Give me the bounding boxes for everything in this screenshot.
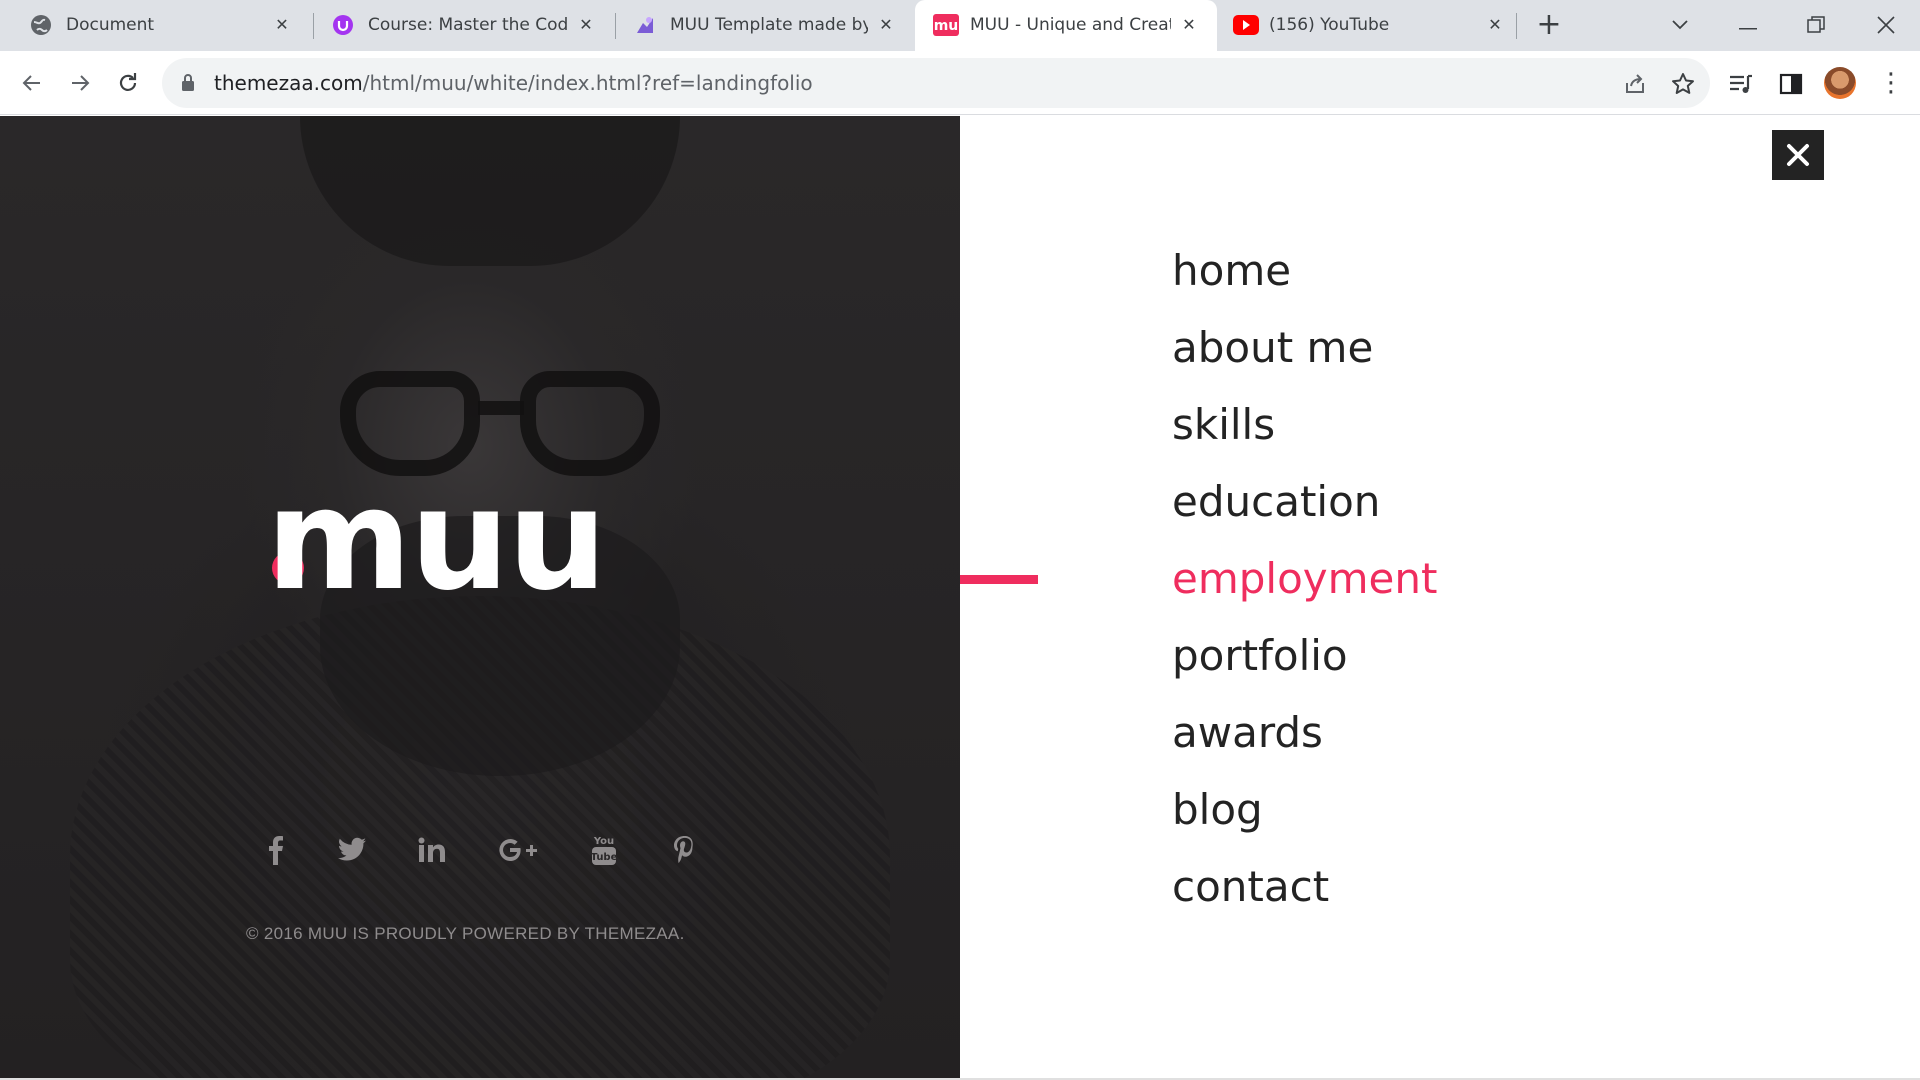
minimize-button[interactable] [1728,8,1768,42]
menu-item-contact[interactable]: contact [1172,857,1437,934]
tab-course[interactable]: Course: Master the Codin ✕ [302,0,614,51]
active-menu-indicator [960,575,1038,584]
url-host: themezaa.com [214,71,363,95]
page: muu You Tube © 2016 MUU IS PROUDLY POWERE… [0,116,1920,1080]
tab-title: MUU - Unique and Creat [970,15,1171,35]
svg-text:You: You [593,836,614,847]
tab-document[interactable]: Document ✕ [0,0,310,51]
tab-title: MUU Template made by [670,15,868,35]
youtube-icon [1233,14,1259,36]
tab-close-icon[interactable]: ✕ [574,13,598,37]
tab-title: (156) YouTube [1269,15,1390,35]
browser-menu-icon[interactable]: ⋮ [1878,67,1904,99]
menu-item-home[interactable]: home [1172,241,1437,318]
globe-icon [30,14,52,36]
hero-photo-hair [300,116,680,266]
tab-muu-template[interactable]: MUU Template made by ✕ [604,0,914,51]
linkedin-icon[interactable] [412,830,452,870]
url-text[interactable]: themezaa.com/html/muu/white/index.html?r… [214,71,813,95]
share-icon[interactable] [1622,71,1648,97]
hero-photo-glasses-bridge [478,401,524,415]
main-menu: home about me skills education employmen… [1172,241,1437,934]
reload-button[interactable] [110,65,146,101]
menu-item-blog[interactable]: blog [1172,780,1437,857]
hero-image-panel: muu You Tube © 2016 MUU IS PROUDLY POWERE… [0,116,960,1080]
tab-close-icon[interactable]: ✕ [1177,13,1201,37]
menu-item-skills[interactable]: skills [1172,395,1437,472]
close-window-button[interactable] [1866,8,1906,42]
forward-button[interactable] [62,65,98,101]
browser-toolbar: themezaa.com/html/muu/white/index.html?r… [0,51,1920,115]
svg-text:Tube: Tube [591,852,618,863]
url-path: /html/muu/white/index.html?ref=landingfo… [362,71,813,95]
template-icon [634,14,656,36]
menu-item-portfolio[interactable]: portfolio [1172,626,1437,703]
google-plus-icon[interactable] [498,830,538,870]
pinterest-icon[interactable] [664,830,704,870]
menu-item-awards[interactable]: awards [1172,703,1437,780]
profile-avatar[interactable] [1824,67,1856,99]
site-logo[interactable]: muu [266,471,607,611]
twitter-icon[interactable] [332,830,372,870]
address-bar[interactable]: themezaa.com/html/muu/white/index.html?r… [162,58,1710,108]
menu-item-employment[interactable]: employment [1172,549,1437,626]
bookmark-star-icon[interactable] [1670,71,1696,97]
menu-item-education[interactable]: education [1172,472,1437,549]
tab-close-icon[interactable]: ✕ [874,13,898,37]
navigation-panel: home about me skills education employmen… [960,116,1920,1080]
browser-tab-strip: Document ✕ Course: Master the Codin ✕ MU… [0,0,1920,51]
side-panel-icon[interactable] [1778,71,1804,97]
tab-muu-active[interactable]: mu MUU - Unique and Creat ✕ [915,0,1217,51]
svg-text:mu: mu [934,18,959,34]
tab-close-icon[interactable]: ✕ [1483,13,1507,37]
menu-item-about-me[interactable]: about me [1172,318,1437,395]
course-icon [332,14,354,36]
close-icon [1787,144,1809,166]
tab-title: Course: Master the Codin [368,15,568,35]
tab-separator [1516,13,1517,39]
tab-search-chevron-icon[interactable] [1660,8,1700,42]
social-links: You Tube [250,830,710,870]
new-tab-button[interactable]: + [1534,10,1564,41]
tab-title: Document [66,15,155,35]
close-menu-button[interactable] [1772,130,1824,180]
tab-youtube[interactable]: (156) YouTube ✕ [1217,0,1523,51]
media-control-icon[interactable] [1728,71,1754,97]
youtube-icon[interactable]: You Tube [584,830,624,870]
lock-icon[interactable] [180,73,196,97]
back-button[interactable] [14,65,50,101]
facebook-icon[interactable] [256,830,296,870]
copyright-text: © 2016 MUU IS PROUDLY POWERED BY THEMEZA… [246,924,685,943]
restore-button[interactable] [1796,8,1836,42]
mu-icon: mu [933,14,959,36]
tab-close-icon[interactable]: ✕ [270,13,294,37]
